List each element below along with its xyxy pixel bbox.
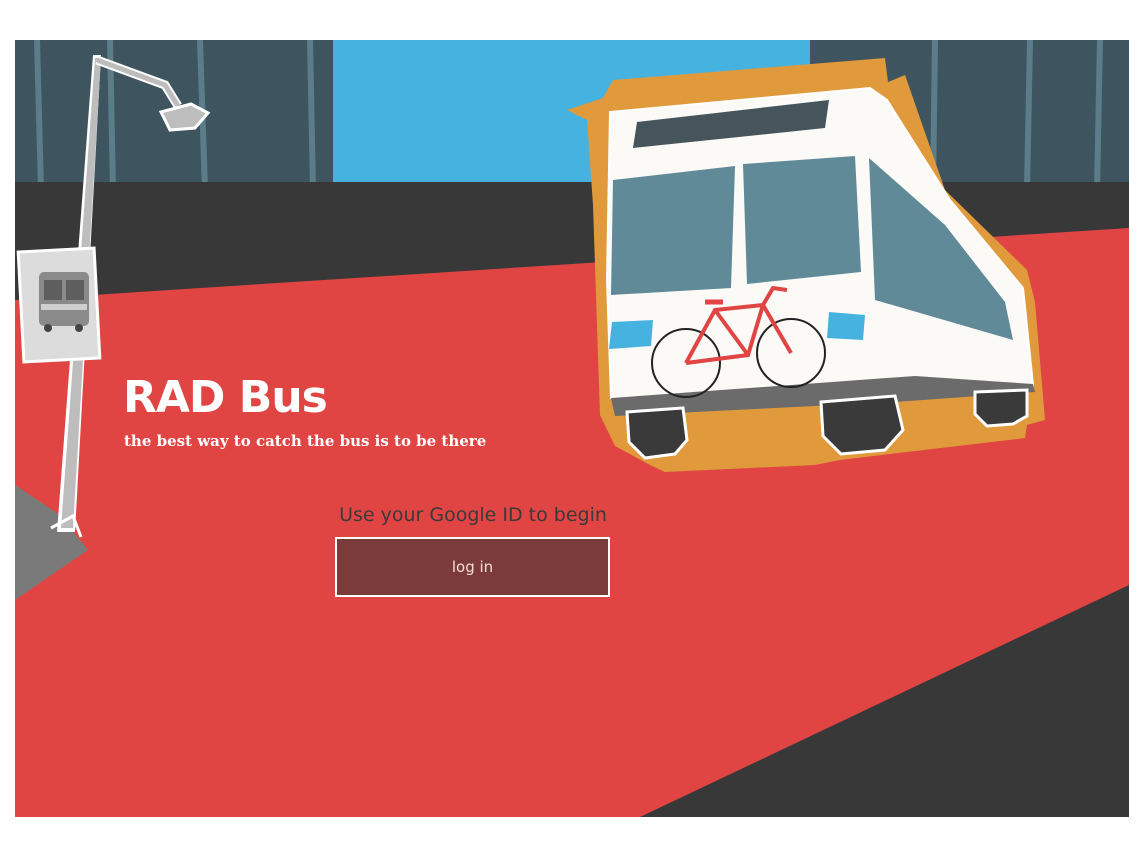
bus-stop-sign-icon [16, 246, 102, 364]
scene-illustration [15, 40, 1129, 817]
login-prompt: Use your Google ID to begin [339, 504, 607, 526]
login-button[interactable]: log in [335, 537, 610, 597]
app-tagline: the best way to catch the bus is to be t… [124, 432, 487, 450]
hero-scene: RAD Bus the best way to catch the bus is… [15, 40, 1129, 817]
app-title: RAD Bus [123, 372, 328, 423]
